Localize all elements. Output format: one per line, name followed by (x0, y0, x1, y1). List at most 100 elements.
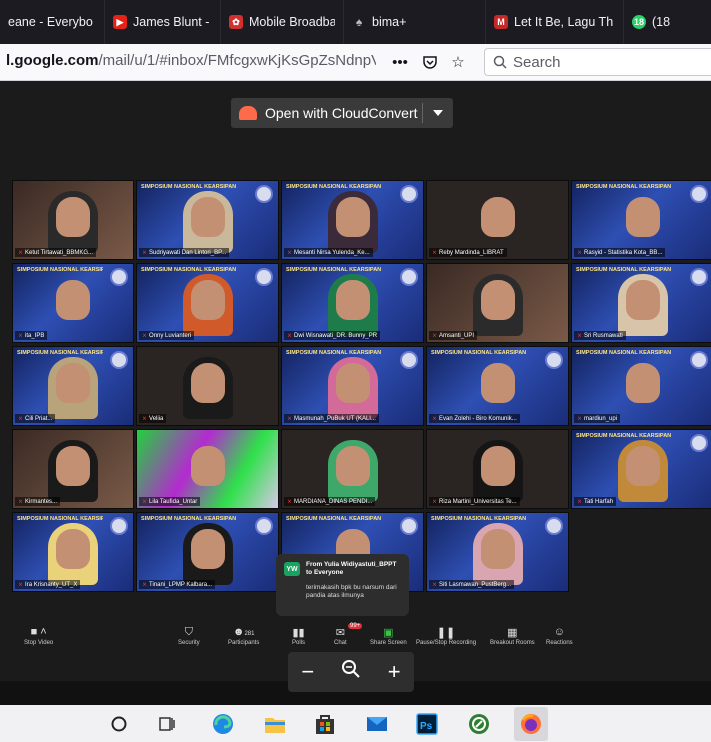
breakout-rooms-button[interactable]: ▦ Breakout Rooms (490, 626, 535, 646)
participant-face (625, 363, 660, 403)
participant-tile[interactable]: SIMPOSIUM NASIONAL KEARSIPAN ⨯ Onny Luvian… (136, 263, 279, 343)
search-circle-icon[interactable] (106, 711, 132, 737)
participant-name: ⨯ Kirmantes... (15, 497, 61, 506)
muted-mic-icon: ⨯ (142, 416, 148, 422)
muted-mic-icon: ⨯ (18, 582, 24, 588)
store-icon[interactable] (312, 711, 338, 737)
firefox-icon[interactable] (514, 707, 548, 741)
participant-name-label: Tinani_LPMP Kalbara... (149, 582, 213, 588)
muted-mic-icon: ⨯ (432, 582, 438, 588)
participant-face (190, 529, 225, 569)
participant-name: ⨯ MARDIANA_DINAS PENDI... (284, 497, 376, 506)
participant-tile[interactable]: SIMPOSIUM NASIONAL KEARSIPAN ⨯ Ira Krisnan… (12, 512, 134, 592)
event-banner-text: SIMPOSIUM NASIONAL KEARSIPAN (576, 433, 672, 439)
tab-mobile-broadband[interactable]: ✿ Mobile Broadban (221, 0, 344, 44)
participant-tile[interactable]: SIMPOSIUM NASIONAL KEARSIPAN ⨯ Rasyid - St… (571, 180, 711, 260)
pause-icon: ❚❚ (436, 627, 456, 639)
chat-button[interactable]: ✉ 99+ Chat (334, 623, 363, 646)
participant-tile[interactable]: ⨯ Kirmantes... (12, 429, 134, 509)
pocket-icon[interactable] (418, 50, 442, 74)
muted-mic-icon: ⨯ (577, 499, 583, 505)
youtube-icon: ▶ (113, 15, 127, 29)
app-circle-icon[interactable] (466, 711, 492, 737)
event-banner-text: SIMPOSIUM NASIONAL KEARSIPAN (141, 267, 237, 273)
event-banner-text: SIMPOSIUM NASIONAL KEARSIPAN (286, 184, 382, 190)
tab-label: eane - Everybo (8, 15, 93, 29)
participant-tile[interactable]: ⨯ Lila Taufida_Untar (136, 429, 279, 509)
event-logo-icon (255, 185, 273, 203)
photoshop-icon[interactable]: Ps (414, 711, 440, 737)
participant-tile[interactable]: SIMPOSIUM NASIONAL KEARSIPAN ⨯ Evan Zolehi… (426, 346, 569, 426)
participants-button[interactable]: ☻281 Participants (228, 626, 259, 646)
share-screen-icon: ▣ (383, 627, 394, 639)
task-view-icon[interactable] (154, 711, 180, 737)
security-button[interactable]: ⛉ Security (178, 626, 200, 646)
whatsapp-icon: 18 (632, 15, 646, 29)
participant-tile[interactable]: ⨯ Reby Mardinda_LIBRAT (426, 180, 569, 260)
bookmark-star-icon[interactable]: ☆ (446, 50, 470, 74)
participant-tile[interactable]: ⨯ Veliia (136, 346, 279, 426)
share-screen-button[interactable]: ▣ Share Screen (370, 626, 407, 646)
participant-tile[interactable]: SIMPOSIUM NASIONAL KEARSIPAN ⨯ Sudriyawati… (136, 180, 279, 260)
search-input[interactable]: Search (484, 48, 711, 76)
reactions-button[interactable]: ☺ Reactions (546, 626, 573, 646)
tab-bima[interactable]: ♠ bima+ (344, 0, 486, 44)
mail-icon[interactable] (364, 711, 390, 737)
muted-mic-icon: ⨯ (18, 416, 24, 422)
event-banner-text: SIMPOSIUM NASIONAL KEARSIPAN (431, 516, 527, 522)
participant-tile[interactable]: ⨯ MARDIANA_DINAS PENDI... (281, 429, 424, 509)
chat-notification[interactable]: YW From Yulia Widiyastuti_BPPT to Everyo… (276, 554, 409, 616)
zoom-fit-icon[interactable] (341, 659, 361, 685)
participant-name-label: Veliia (149, 416, 164, 422)
muted-mic-icon: ⨯ (577, 333, 583, 339)
participant-tile[interactable]: SIMPOSIUM NASIONAL KEARSIPAN ⨯ ita_IPB (12, 263, 134, 343)
chevron-down-icon[interactable] (433, 110, 443, 116)
tab-everybody[interactable]: eane - Everybo (0, 0, 105, 44)
participant-name: ⨯ Tati Harfah (574, 497, 617, 506)
tab-label: Let It Be, Lagu Th (514, 15, 614, 29)
chat-message: terimakasih bpk bu narsum dari pandia at… (306, 584, 397, 599)
tab-whatsapp[interactable]: 18 (18 (624, 0, 711, 44)
tab-james-blunt[interactable]: ▶ James Blunt - Yo (105, 0, 221, 44)
pause-recording-button[interactable]: ❚❚ Pause/Stop Recording (416, 626, 476, 646)
participant-tile[interactable]: SIMPOSIUM NASIONAL KEARSIPAN ⨯ mardiun_upi (571, 346, 711, 426)
smile-icon: ☺ (553, 626, 565, 638)
participant-tile[interactable]: ⨯ Ketut Tirtawati_BBMKG... (12, 180, 134, 260)
file-explorer-icon[interactable] (262, 711, 288, 737)
stop-video-button[interactable]: ■ ˄ Stop Video (24, 626, 53, 646)
participant-tile[interactable]: SIMPOSIUM NASIONAL KEARSIPAN ⨯ Masmunah_Pu… (281, 346, 424, 426)
zoom-controls: − + (288, 652, 414, 692)
participant-tile[interactable]: ⨯ Riza Martini_Universitas Te... (426, 429, 569, 509)
url-path: /mail/u/1/#inbox/FMfcgxwKjKsGpZsNdnpVqC (98, 52, 376, 69)
muted-mic-icon: ⨯ (142, 582, 148, 588)
participant-name: ⨯ Siti Lasmawan_PustBerg... (429, 580, 515, 589)
participant-face (56, 197, 90, 237)
breakout-icon: ▦ (507, 627, 518, 639)
zoom-out-button[interactable]: − (301, 659, 314, 685)
muted-mic-icon: ⨯ (18, 499, 24, 505)
tab-let-it-be[interactable]: M Let It Be, Lagu Th (486, 0, 624, 44)
participant-name: ⨯ Reby Mardinda_LIBRAT (429, 248, 507, 257)
tab-label: bima+ (372, 15, 407, 29)
participant-tile[interactable]: SIMPOSIUM NASIONAL KEARSIPAN ⨯ Dwi Wisnawa… (281, 263, 424, 343)
participant-tile[interactable]: ⨯ Amsanti_UPI (426, 263, 569, 343)
participant-tile[interactable]: SIMPOSIUM NASIONAL KEARSIPAN ⨯ Mesanti Nir… (281, 180, 424, 260)
event-banner-text: SIMPOSIUM NASIONAL KEARSIPAN (141, 516, 237, 522)
participant-tile[interactable]: SIMPOSIUM NASIONAL KEARSIPAN ⨯ Siti Lasmaw… (426, 512, 569, 592)
participant-tile[interactable]: SIMPOSIUM NASIONAL KEARSIPAN ⨯ Cili Priat.… (12, 346, 134, 426)
participant-name-label: Sudriyawati Dan Lintori_BP... (149, 250, 227, 256)
participant-face (56, 529, 90, 569)
cloudconvert-button[interactable]: Open with CloudConvert (231, 98, 453, 128)
event-logo-icon (255, 517, 273, 535)
polls-button[interactable]: ▮▮ Polls (292, 626, 305, 646)
zoom-in-button[interactable]: + (388, 659, 401, 685)
chat-badge: 99+ (348, 623, 363, 629)
address-bar[interactable]: l.google.com/mail/u/1/#inbox/FMfcgxwKjKs… (6, 52, 376, 72)
participant-tile[interactable]: SIMPOSIUM NASIONAL KEARSIPAN ⨯ Sri Rusmawa… (571, 263, 711, 343)
participant-tile[interactable]: SIMPOSIUM NASIONAL KEARSIPAN ⨯ Tati Harfah (571, 429, 711, 509)
page-actions-icon[interactable]: ••• (388, 50, 412, 74)
participant-tile[interactable]: SIMPOSIUM NASIONAL KEARSIPAN ⨯ Tinani_LPMP… (136, 512, 279, 592)
edge-icon[interactable] (210, 711, 236, 737)
participants-icon: ☻281 (232, 626, 255, 638)
participant-face (480, 280, 515, 320)
